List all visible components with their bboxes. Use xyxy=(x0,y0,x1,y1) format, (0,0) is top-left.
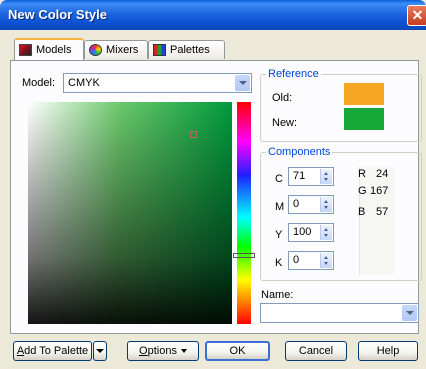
k-value: 0 xyxy=(293,254,300,266)
tab-models-label: Models xyxy=(36,44,72,56)
color-field[interactable] xyxy=(28,102,232,324)
hue-slider[interactable] xyxy=(237,102,251,324)
mixers-icon xyxy=(89,44,102,56)
name-chevron-down-icon[interactable] xyxy=(402,305,417,321)
r-value: 24 xyxy=(376,168,389,180)
r-label: R xyxy=(358,168,366,180)
chevron-down-icon[interactable] xyxy=(235,75,250,91)
new-color-swatch xyxy=(344,108,384,130)
close-button[interactable]: ✕ xyxy=(407,5,426,26)
add-to-palette-button[interactable]: Add To Palette xyxy=(13,341,92,361)
name-select[interactable] xyxy=(260,303,419,323)
model-label: Model: xyxy=(22,77,56,89)
old-color-swatch xyxy=(344,83,384,105)
c-value: 71 xyxy=(293,170,306,182)
k-label: K xyxy=(275,257,283,269)
tab-mixers[interactable]: Mixers xyxy=(84,40,148,59)
title-bar[interactable]: New Color Style ✕ xyxy=(0,0,426,30)
components-group: Components xyxy=(260,146,422,281)
y-value: 100 xyxy=(293,226,312,238)
ok-label: OK xyxy=(229,345,246,357)
g-value: 167 xyxy=(370,185,389,197)
reference-group: Reference xyxy=(260,68,422,142)
options-chevron-icon xyxy=(180,349,187,353)
k-spin-icon[interactable] xyxy=(320,253,332,268)
tab-mixers-label: Mixers xyxy=(106,44,139,56)
models-icon xyxy=(19,44,32,56)
c-stepper[interactable]: 71 xyxy=(288,167,334,186)
b-value: 57 xyxy=(376,206,389,218)
dropdown-arrow-icon xyxy=(96,349,104,353)
palettes-icon xyxy=(153,44,166,56)
options-button[interactable]: Options xyxy=(127,341,199,361)
add-to-palette-mnemonic: A xyxy=(16,345,25,357)
old-label: Old: xyxy=(272,92,293,104)
new-label: New: xyxy=(272,117,298,129)
m-label: M xyxy=(275,201,285,213)
ok-button[interactable]: OK xyxy=(205,341,270,361)
model-select[interactable]: CMYK xyxy=(63,73,252,93)
g-label: G xyxy=(358,185,367,197)
m-spin-icon[interactable] xyxy=(320,197,332,212)
components-legend: Components xyxy=(268,146,331,158)
cancel-label: Cancel xyxy=(298,345,334,357)
new-color-style-dialog: New Color Style ✕ Models Mixers Palettes… xyxy=(0,0,426,369)
tab-palettes-label: Palettes xyxy=(170,44,210,56)
m-value: 0 xyxy=(293,198,300,210)
rgb-readout xyxy=(359,167,394,275)
tab-models[interactable]: Models xyxy=(14,38,84,60)
name-label: Name: xyxy=(261,289,294,301)
hue-slider-handle[interactable] xyxy=(233,253,255,258)
help-button[interactable]: Help xyxy=(358,341,418,361)
c-spin-icon[interactable] xyxy=(320,169,332,184)
k-stepper[interactable]: 0 xyxy=(288,251,334,270)
dialog-title: New Color Style xyxy=(8,7,107,22)
cancel-button[interactable]: Cancel xyxy=(285,341,347,361)
y-stepper[interactable]: 100 xyxy=(288,223,334,242)
add-to-palette-label: dd To Palette xyxy=(24,345,89,357)
options-mnemonic: O xyxy=(139,345,148,357)
reference-legend: Reference xyxy=(268,68,319,80)
close-icon: ✕ xyxy=(411,7,424,23)
model-select-value: CMYK xyxy=(68,77,100,89)
y-spin-icon[interactable] xyxy=(320,225,332,240)
m-stepper[interactable]: 0 xyxy=(288,195,334,214)
help-label: Help xyxy=(376,345,400,357)
color-field-marker[interactable] xyxy=(190,131,197,138)
tab-palettes[interactable]: Palettes xyxy=(148,40,225,59)
options-label: ptions xyxy=(147,345,177,357)
y-label: Y xyxy=(275,229,283,241)
c-label: C xyxy=(275,173,283,185)
b-label: B xyxy=(358,206,366,218)
add-to-palette-dropdown[interactable] xyxy=(93,341,107,361)
